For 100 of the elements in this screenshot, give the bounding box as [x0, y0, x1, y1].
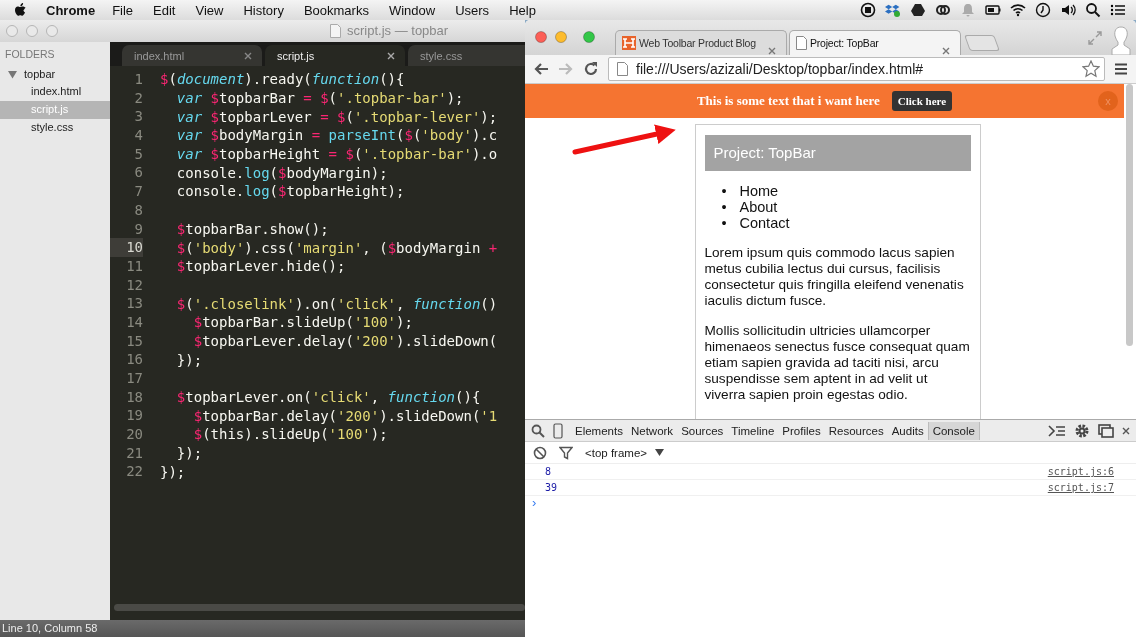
close-icon[interactable] [1122, 426, 1130, 435]
line-number: 7 [133, 182, 143, 201]
app-menu[interactable]: Chrome [46, 2, 96, 18]
close-icon[interactable] [768, 47, 776, 55]
sidebar-item[interactable]: index.html [0, 83, 110, 101]
code-line: $('.closelink').on('click', function() [175, 295, 498, 312]
line-number: 22 [125, 462, 143, 482]
list-bullet: • [721, 215, 728, 231]
code-line: $topbarBar.delay('200').slideDown('1 [192, 407, 498, 424]
line-number: 10 [110, 238, 143, 257]
sidebar-heading: FOLDERS [4, 47, 56, 62]
editor-tab[interactable]: index.html [122, 45, 262, 66]
nav-link[interactable]: About [739, 199, 778, 215]
caret-icon [655, 449, 664, 456]
menu-icon[interactable] [1114, 62, 1128, 76]
code-line: var $topbarHeight = $('.topbar-bar').o [175, 146, 498, 163]
favicon-icon [622, 36, 636, 50]
stop-icon[interactable] [860, 2, 876, 18]
page-icon [617, 62, 628, 76]
code-line: $(document).ready(function(){ [160, 71, 405, 88]
window-title: script.js — topbar [347, 23, 449, 38]
speaker-icon[interactable] [1060, 2, 1076, 18]
menu-item[interactable]: History [243, 2, 284, 18]
paragraph: Lorem ipsum quis commodo lacus sapien metus cubilia lectus dui cursus, facilisis consectetur quis fringilla eleifend venenatis iaculis dictum fusce. [704, 245, 965, 309]
line-number: 16 [125, 350, 143, 369]
line-number: 17 [125, 369, 143, 388]
line-number: 14 [125, 312, 143, 332]
console-drawer-icon[interactable] [1048, 423, 1066, 438]
devtools-tab[interactable]: Sources [677, 421, 728, 440]
close-icon[interactable] [387, 51, 395, 60]
nav-link[interactable]: Contact [739, 215, 790, 231]
sidebar-item[interactable]: style.css [0, 119, 110, 137]
devtools-tab[interactable]: Network [626, 421, 678, 440]
search-icon[interactable] [1085, 2, 1101, 18]
browser-tab[interactable]: Project: TopBar [789, 30, 961, 55]
nav-link[interactable]: Home [739, 183, 779, 199]
wifi-icon[interactable] [1010, 2, 1026, 18]
source-link[interactable]: script.js:6 [1047, 466, 1114, 477]
menu-item[interactable]: File [112, 2, 134, 18]
phone-icon[interactable] [553, 422, 563, 439]
menu-item[interactable]: View [195, 2, 224, 18]
line-number: 12 [125, 275, 143, 295]
disclosure-triangle-icon[interactable] [8, 69, 17, 79]
source-link[interactable]: script.js:7 [1047, 482, 1114, 493]
line-number: 20 [125, 425, 143, 444]
editor-tab[interactable]: style.css [408, 45, 525, 66]
menu-item[interactable]: Help [509, 2, 536, 18]
close-icon[interactable] [942, 47, 950, 55]
console-value: 39 [545, 482, 558, 493]
line-number: 13 [125, 294, 143, 313]
reload-icon[interactable] [583, 61, 599, 77]
console-value: 8 [545, 466, 552, 477]
code-line: $(this).slideUp('100'); [192, 426, 388, 443]
devtools-tab[interactable]: Timeline [727, 421, 779, 440]
clear-icon[interactable] [533, 445, 547, 460]
window-control-icon[interactable] [535, 30, 547, 43]
devtools-tab[interactable]: Audits [887, 421, 928, 440]
close-icon[interactable] [244, 51, 252, 60]
settings-icon[interactable] [1074, 422, 1090, 439]
line-number: 3 [133, 107, 143, 127]
browser-tab[interactable]: Web Toolbar Product Blog [615, 30, 787, 55]
editor-tab[interactable]: script.js [265, 45, 405, 66]
dock-icon[interactable] [1098, 423, 1114, 438]
list-bullet: • [721, 199, 728, 215]
devtools-tab[interactable]: Elements [571, 421, 627, 440]
menu-item[interactable]: Edit [153, 2, 176, 18]
apple-icon[interactable] [14, 2, 28, 18]
clock-icon[interactable] [1035, 2, 1051, 18]
address-field[interactable]: file:///Users/azizali/Desktop/topbar/index.html# [608, 57, 1105, 81]
status-bar: Line 10, Column 58 [0, 620, 525, 637]
folder-item[interactable]: topbar [0, 65, 110, 83]
code-line: console.log($topbarHeight); [175, 183, 405, 200]
code-line: $topbarBar.slideUp('100'); [192, 314, 413, 331]
bar-text: This is some text that i want here [696, 93, 880, 109]
scrollbar-thumb[interactable] [114, 603, 525, 611]
frame-dropdown[interactable]: <top frame> [585, 446, 664, 459]
menu-item[interactable]: Users [455, 2, 490, 18]
devtools-tab[interactable]: Resources [824, 421, 888, 440]
line-number: 1 [133, 70, 143, 89]
devtools-tab[interactable]: Profiles [778, 421, 825, 440]
menu-item[interactable]: Bookmarks [303, 2, 369, 18]
line-number: 8 [133, 200, 143, 220]
devtools-tab[interactable]: Console [927, 421, 980, 440]
code-line: }); [160, 463, 186, 480]
search-icon[interactable] [531, 423, 545, 438]
menu-item[interactable]: Window [388, 2, 436, 18]
line-number: 2 [133, 88, 143, 108]
click-here-button[interactable]: Click here [891, 91, 953, 111]
console-prompt[interactable]: › [525, 496, 542, 510]
filter-icon[interactable] [559, 445, 573, 460]
scrollbar-thumb[interactable] [1126, 84, 1133, 346]
back-arrow-icon[interactable] [533, 62, 549, 76]
paragraph: Mollis sollicitudin ultricies ullamcorper himenaeos senectus fusce consequat quam etiam sapien gravida ad taciti nisi, arcu suspendisse sem aptent in ad velit ut viverra sapien proin egestas odio. [704, 323, 971, 403]
battery-icon[interactable] [985, 2, 1001, 18]
code-line: console.log($bodyMargin); [175, 164, 388, 181]
star-icon[interactable] [1082, 60, 1100, 78]
code-line: $topbarBar.show(); [175, 220, 329, 237]
file-icon [330, 23, 341, 38]
line-number: 9 [133, 219, 143, 239]
list-icon[interactable] [1110, 2, 1126, 18]
